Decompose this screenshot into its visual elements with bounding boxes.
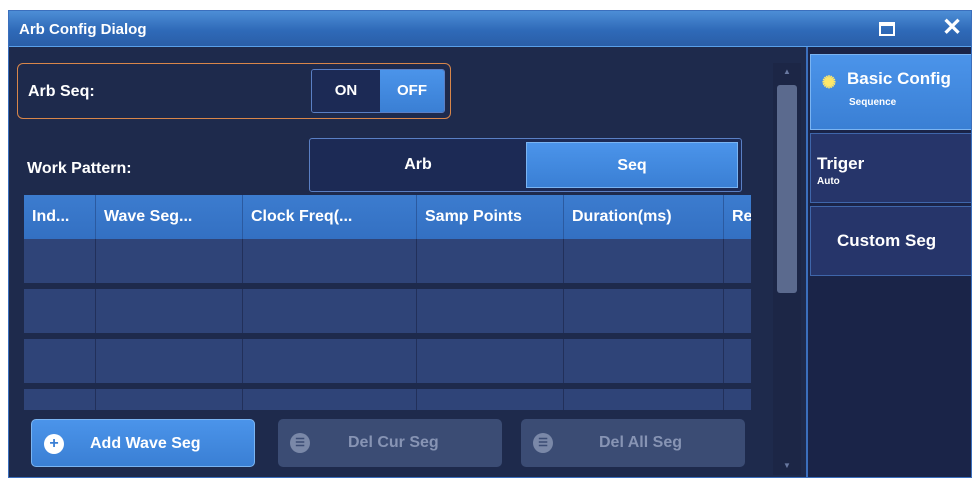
delete-current-icon: ☰	[290, 433, 310, 453]
del-all-seg-button[interactable]: ☰ Del All Seg	[521, 419, 745, 467]
sun-icon: ✺	[821, 73, 837, 92]
arb-seq-on-option[interactable]: ON	[312, 70, 380, 112]
wave-segment-table: Ind... Wave Seg... Clock Freq(... Samp P…	[24, 195, 751, 410]
scrollbar-thumb[interactable]	[777, 85, 797, 293]
dialog-title: Arb Config Dialog	[19, 21, 147, 38]
add-icon: +	[44, 434, 64, 454]
tab-triger[interactable]: Triger Auto	[810, 133, 971, 203]
work-pattern-selector[interactable]: Arb Seq	[309, 138, 742, 192]
column-header-duration[interactable]: Duration(ms)	[564, 195, 724, 239]
title-bar[interactable]: Arb Config Dialog ✕	[9, 11, 971, 47]
arb-config-dialog: Arb Config Dialog ✕ Arb Seq: ON OFF Work…	[8, 10, 972, 478]
tab-custom-seg-title: Custom Seg	[837, 231, 937, 250]
work-pattern-seq-option[interactable]: Seq	[526, 142, 738, 188]
tab-basic-config[interactable]: ✺ Basic Config Sequence	[810, 54, 971, 130]
column-header-clock-freq[interactable]: Clock Freq(...	[243, 195, 417, 239]
arb-seq-toggle[interactable]: ON OFF	[311, 69, 445, 113]
del-cur-seg-label: Del Cur Seg	[348, 434, 439, 451]
table-row[interactable]	[24, 339, 751, 383]
arb-seq-row: Arb Seq: ON OFF	[17, 63, 451, 119]
table-header: Ind... Wave Seg... Clock Freq(... Samp P…	[24, 195, 751, 239]
del-cur-seg-button[interactable]: ☰ Del Cur Seg	[278, 419, 502, 467]
table-row[interactable]	[24, 239, 751, 283]
work-pattern-arb-option[interactable]: Arb	[310, 139, 526, 191]
delete-all-icon: ☰	[533, 433, 553, 453]
scroll-down-arrow-icon[interactable]: ▼	[773, 457, 801, 475]
tab-basic-config-subtitle: Sequence	[849, 97, 897, 108]
tab-custom-seg[interactable]: Custom Seg	[810, 206, 971, 276]
work-pattern-label: Work Pattern:	[27, 160, 132, 177]
column-header-samp-points[interactable]: Samp Points	[417, 195, 564, 239]
tab-triger-subtitle: Auto	[817, 176, 840, 187]
tab-basic-config-title: Basic Config	[847, 69, 951, 88]
close-button[interactable]: ✕	[939, 15, 965, 41]
table-row[interactable]	[24, 389, 751, 410]
arb-seq-off-option[interactable]: OFF	[380, 70, 444, 112]
maximize-icon	[879, 22, 895, 36]
maximize-button[interactable]	[875, 18, 899, 40]
close-icon: ✕	[941, 14, 963, 41]
arb-seq-label: Arb Seq:	[28, 83, 95, 100]
add-wave-seg-button[interactable]: + Add Wave Seg	[31, 419, 255, 467]
column-header-wave-seg[interactable]: Wave Seg...	[96, 195, 243, 239]
side-tab-panel: ✺ Basic Config Sequence Triger Auto Cust…	[806, 47, 971, 477]
vertical-scrollbar[interactable]: ▲ ▼	[773, 63, 801, 475]
add-wave-seg-label: Add Wave Seg	[90, 435, 201, 452]
del-all-seg-label: Del All Seg	[599, 434, 682, 451]
column-header-index[interactable]: Ind...	[24, 195, 96, 239]
scroll-up-arrow-icon[interactable]: ▲	[773, 63, 801, 81]
tab-triger-title: Triger	[817, 154, 865, 173]
main-content: Arb Seq: ON OFF Work Pattern: Arb Seq In…	[9, 47, 806, 477]
column-header-re[interactable]: Re	[724, 195, 751, 239]
table-row[interactable]	[24, 289, 751, 333]
